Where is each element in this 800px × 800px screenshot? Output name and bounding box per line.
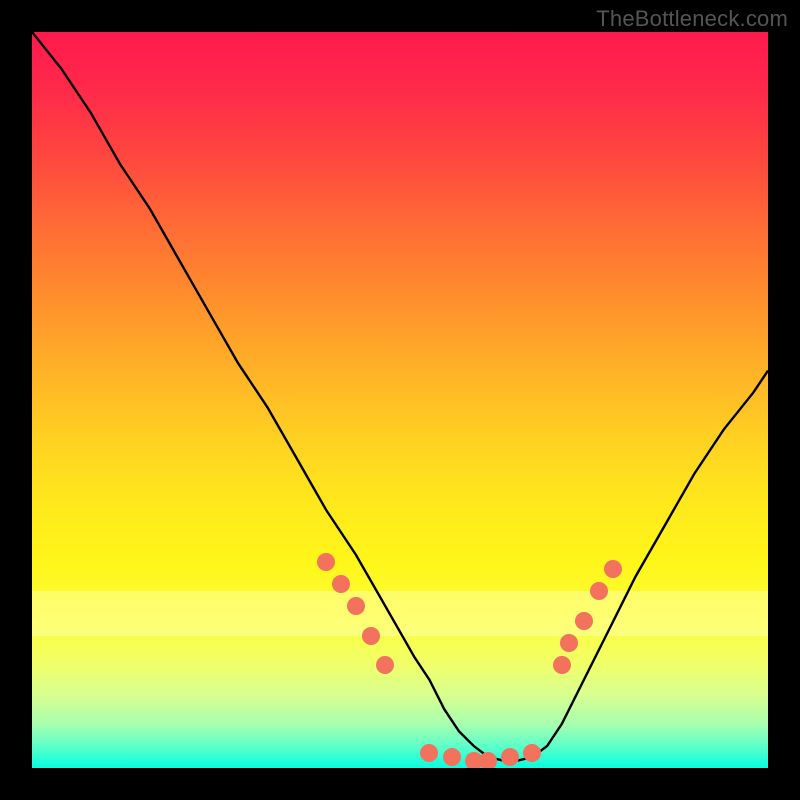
curve-marker <box>443 748 461 766</box>
curve-marker <box>479 752 497 768</box>
curve-marker <box>317 553 335 571</box>
curve-marker <box>553 656 571 674</box>
curve-marker <box>501 748 519 766</box>
curve-markers <box>32 32 768 768</box>
curve-marker <box>332 575 350 593</box>
curve-marker <box>376 656 394 674</box>
curve-marker <box>347 597 365 615</box>
curve-marker <box>560 634 578 652</box>
curve-marker <box>575 612 593 630</box>
curve-marker <box>590 582 608 600</box>
curve-marker <box>604 560 622 578</box>
curve-marker <box>420 744 438 762</box>
curve-marker <box>362 627 380 645</box>
plot-area <box>32 32 768 768</box>
watermark-text: TheBottleneck.com <box>596 6 788 32</box>
curve-marker <box>523 744 541 762</box>
